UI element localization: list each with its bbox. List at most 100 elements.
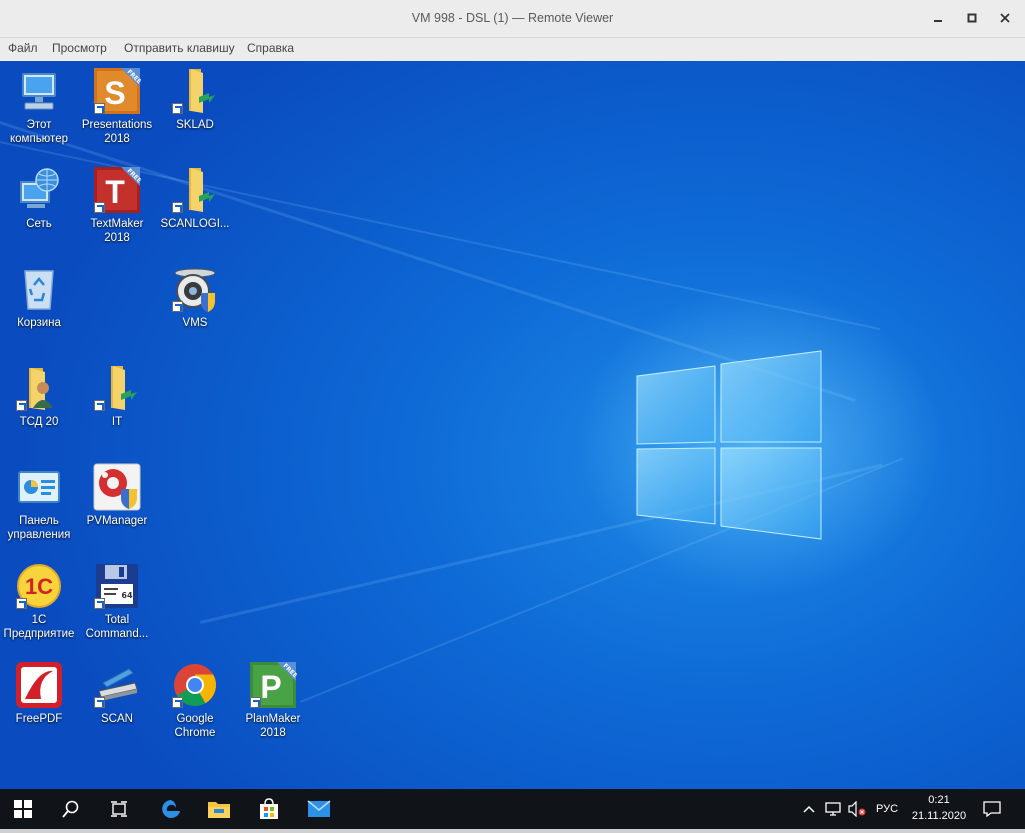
desktop-icon-label: Presentations 2018 xyxy=(81,119,153,145)
desktop-icon-vms[interactable]: VMS xyxy=(156,265,234,330)
desktop-icon-it[interactable]: IT xyxy=(78,364,156,429)
desktop-icon-label: ТСД 20 xyxy=(19,416,59,428)
show-hidden-icons-button[interactable] xyxy=(798,789,820,829)
menu-bar: Файл Просмотр Отправить клавишу Справка xyxy=(0,38,1025,60)
store-icon xyxy=(260,798,278,819)
desktop-icon-label: VMS xyxy=(182,317,208,329)
desktop-icon-scan[interactable]: SCAN xyxy=(78,661,156,726)
pdf-icon xyxy=(16,662,62,708)
desktop[interactable]: Этот компьютер S FREE Presentations 2018… xyxy=(0,61,1025,789)
search-icon xyxy=(62,800,79,818)
taskbar-edge[interactable] xyxy=(148,789,194,829)
window-bottom-edge xyxy=(0,829,1025,833)
desktop-icon-label: SCAN xyxy=(101,713,133,725)
network-status-button[interactable] xyxy=(822,789,844,829)
shortcut-arrow-icon xyxy=(94,697,105,708)
window-titlebar[interactable]: VM 998 - DSL (1) — Remote Viewer xyxy=(0,0,1025,38)
menu-help[interactable]: Справка xyxy=(247,41,294,55)
shortcut-arrow-icon xyxy=(16,598,27,609)
desktop-icon-label: Этот компьютер xyxy=(10,119,68,145)
desktop-icon-planmaker[interactable]: P FREE PlanMaker 2018 xyxy=(234,661,312,740)
desktop-icon-label: Сеть xyxy=(26,218,52,230)
task-view-icon xyxy=(111,801,127,817)
desktop-icon-label: Total Command... xyxy=(85,614,149,640)
desktop-icon-recycle-bin[interactable]: Корзина xyxy=(0,265,78,330)
volume-button[interactable] xyxy=(846,789,868,829)
desktop-icon-google-chrome[interactable]: Google Chrome xyxy=(156,661,234,740)
network-icon xyxy=(20,168,59,208)
desktop-icon-textmaker[interactable]: T FREE TextMaker 2018 xyxy=(78,166,156,245)
taskbar-clock[interactable]: 0:21 21.11.2020 xyxy=(904,792,974,824)
desktop-icon-presentations[interactable]: S FREE Presentations 2018 xyxy=(78,67,156,146)
desktop-icon-label: TextMaker 2018 xyxy=(90,218,144,244)
desktop-icon-sklad[interactable]: SKLAD xyxy=(156,67,234,132)
taskbar: РУС 0:21 21.11.2020 xyxy=(0,789,1025,829)
pvmanager-icon xyxy=(93,463,141,511)
clock-date: 21.11.2020 xyxy=(911,810,967,822)
desktop-icon-pvmanager[interactable]: PVManager xyxy=(78,463,156,528)
svg-text:64: 64 xyxy=(121,591,133,600)
desktop-icon-this-pc[interactable]: Этот компьютер xyxy=(0,67,78,146)
control-panel-icon xyxy=(18,471,60,503)
menu-send-key[interactable]: Отправить клавишу xyxy=(124,41,235,55)
shortcut-arrow-icon xyxy=(94,103,105,114)
taskbar-store[interactable] xyxy=(246,789,292,829)
svg-text:P: P xyxy=(260,669,281,705)
maximize-button[interactable] xyxy=(960,7,984,29)
menu-file[interactable]: Файл xyxy=(8,41,38,55)
shortcut-arrow-icon xyxy=(172,301,183,312)
shortcut-arrow-icon xyxy=(16,400,27,411)
volume-muted-icon xyxy=(848,801,866,817)
mail-icon xyxy=(307,800,331,817)
task-view-button[interactable] xyxy=(96,789,142,829)
desktop-icon-label: PVManager xyxy=(86,515,148,527)
desktop-icon-1c[interactable]: 1С 1С Предприятие xyxy=(0,562,78,641)
desktop-icon-label: SKLAD xyxy=(176,119,214,131)
desktop-icon-label: Корзина xyxy=(17,317,61,329)
desktop-icon-label: Панель управления xyxy=(7,515,71,541)
edge-icon xyxy=(162,800,180,818)
shortcut-arrow-icon xyxy=(94,400,105,411)
desktop-icon-control-panel[interactable]: Панель управления xyxy=(0,463,78,542)
shortcut-arrow-icon xyxy=(250,697,261,708)
desktop-icon-total-commander[interactable]: 64 Total Command... xyxy=(78,562,156,641)
clock-time: 0:21 xyxy=(928,794,950,806)
minimize-button[interactable] xyxy=(926,7,950,29)
desktop-icon-tsd20[interactable]: ТСД 20 xyxy=(0,364,78,429)
desktop-icon-label: IT xyxy=(111,416,123,428)
svg-text:T: T xyxy=(105,174,125,210)
desktop-icon-label: 1С Предприятие xyxy=(3,614,75,640)
start-button[interactable] xyxy=(0,789,46,829)
language-indicator[interactable]: РУС xyxy=(870,789,904,829)
recycle-bin-icon xyxy=(24,270,54,310)
taskbar-mail[interactable] xyxy=(296,789,342,829)
shortcut-arrow-icon xyxy=(172,697,183,708)
shortcut-arrow-icon xyxy=(172,202,183,213)
notification-icon xyxy=(983,801,1001,817)
window-title: VM 998 - DSL (1) — Remote Viewer xyxy=(411,11,614,25)
network-status-icon xyxy=(825,802,841,816)
close-icon xyxy=(1000,13,1010,23)
menu-view[interactable]: Просмотр xyxy=(52,41,107,55)
svg-text:S: S xyxy=(104,75,125,111)
chevron-up-icon xyxy=(803,805,815,813)
desktop-icon-label: FreePDF xyxy=(15,713,63,725)
shortcut-arrow-icon xyxy=(172,103,183,114)
close-button[interactable] xyxy=(993,7,1017,29)
windows-start-icon xyxy=(14,800,32,818)
svg-text:1С: 1С xyxy=(25,574,53,599)
maximize-icon xyxy=(967,13,977,23)
action-center-button[interactable] xyxy=(980,789,1004,829)
taskbar-file-explorer[interactable] xyxy=(196,789,242,829)
search-button[interactable] xyxy=(48,789,94,829)
shortcut-arrow-icon xyxy=(94,202,105,213)
file-explorer-icon xyxy=(208,802,230,818)
shortcut-arrow-icon xyxy=(94,598,105,609)
desktop-icon-network[interactable]: Сеть xyxy=(0,166,78,231)
desktop-icon-freepdf[interactable]: FreePDF xyxy=(0,661,78,726)
computer-icon xyxy=(22,73,56,110)
desktop-icon-label: SCANLOGI... xyxy=(160,218,230,230)
desktop-icon-scanlogi[interactable]: SCANLOGI... xyxy=(156,166,234,231)
minimize-icon xyxy=(934,20,942,22)
desktop-icon-label: Google Chrome xyxy=(174,713,216,739)
